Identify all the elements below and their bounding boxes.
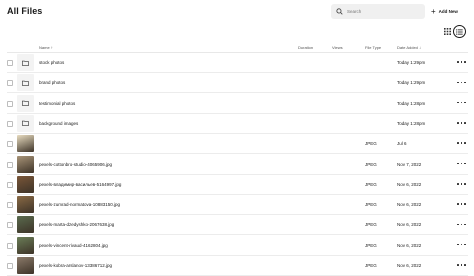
folder-icon bbox=[17, 94, 34, 112]
more-options-icon[interactable] bbox=[457, 161, 466, 167]
file-row[interactable]: pexels-cottonbro-studio-4065906.jpg JPEG N… bbox=[0, 155, 474, 175]
more-options-icon[interactable] bbox=[457, 221, 466, 227]
row-checkbox[interactable] bbox=[7, 141, 13, 148]
date-added: Today 1:28pm bbox=[397, 120, 426, 126]
more-options-icon[interactable] bbox=[457, 100, 466, 106]
more-options-icon[interactable] bbox=[457, 79, 466, 85]
folder-icon bbox=[17, 114, 34, 132]
folder-icon bbox=[17, 74, 34, 92]
file-name[interactable]: stock photos bbox=[39, 60, 64, 65]
image-thumbnail bbox=[17, 257, 34, 274]
date-added: Nov 7, 2022 bbox=[397, 161, 422, 167]
folder-row[interactable]: stock photos Today 1:29pm bbox=[0, 53, 474, 73]
add-new-label: Add New bbox=[438, 9, 458, 14]
folder-icon bbox=[17, 54, 34, 71]
date-added: Jul 6 bbox=[397, 141, 407, 147]
file-name[interactable]: pexels-cottonbro-studio-4065906.jpg bbox=[39, 162, 112, 167]
row-checkbox[interactable] bbox=[7, 100, 13, 107]
more-options-icon[interactable] bbox=[457, 262, 466, 268]
row-checkbox[interactable] bbox=[7, 181, 13, 188]
list-icon bbox=[456, 28, 463, 35]
file-type: JPEG bbox=[365, 141, 377, 147]
file-type: JPEG bbox=[365, 263, 377, 268]
more-options-icon[interactable] bbox=[457, 201, 466, 207]
file-name[interactable]: testimonial photos bbox=[39, 101, 75, 106]
row-checkbox[interactable] bbox=[7, 242, 13, 249]
file-name[interactable]: background images bbox=[39, 121, 78, 126]
date-added: Today 1:29pm bbox=[397, 60, 426, 65]
more-options-icon[interactable] bbox=[457, 120, 466, 126]
file-name[interactable]: pexels-vincent-rivaud-4162804.jpg bbox=[39, 243, 108, 248]
date-added: Nov 6, 2022 bbox=[397, 222, 422, 228]
row-checkbox[interactable] bbox=[7, 161, 13, 168]
image-thumbnail bbox=[17, 135, 34, 153]
row-checkbox[interactable] bbox=[7, 60, 13, 66]
search-input[interactable] bbox=[347, 9, 417, 14]
more-options-icon[interactable] bbox=[457, 242, 466, 248]
date-added: Today 1:29pm bbox=[397, 80, 426, 86]
file-type: JPEG bbox=[365, 242, 377, 248]
row-checkbox[interactable] bbox=[7, 202, 13, 209]
column-header-file-type[interactable]: File Type bbox=[365, 45, 381, 50]
file-row[interactable]: pexels-vincent-rivaud-4162804.jpg JPEG Nov… bbox=[0, 236, 474, 256]
file-type: JPEG bbox=[365, 181, 377, 187]
file-type: JPEG bbox=[365, 222, 377, 228]
folder-row[interactable]: brand photos Today 1:29pm bbox=[0, 73, 474, 94]
file-row[interactable]: pexels-владимир-васильев-5164997.jpg JPEG… bbox=[0, 175, 474, 195]
row-checkbox[interactable] bbox=[7, 120, 13, 127]
row-checkbox[interactable] bbox=[7, 80, 13, 87]
search-icon bbox=[336, 8, 343, 15]
image-thumbnail bbox=[17, 236, 34, 254]
column-header-name[interactable]: Name ↑ bbox=[39, 45, 53, 50]
file-name[interactable]: pexels-владимир-васильев-5164997.jpg bbox=[39, 182, 121, 187]
column-header-date-added[interactable]: Date Added ↓ bbox=[397, 45, 421, 50]
page-title: All Files bbox=[7, 6, 43, 16]
folder-row[interactable]: testimonial photos Today 1:28pm bbox=[0, 94, 474, 114]
folder-row[interactable]: background images Today 1:28pm bbox=[0, 114, 474, 134]
image-thumbnail bbox=[17, 155, 34, 173]
file-name[interactable]: pexels-marta-dzedyshko-2067638.jpg bbox=[39, 222, 114, 227]
file-name[interactable]: pexels-kobra-arslanov-13386712.jpg bbox=[39, 263, 112, 268]
file-row[interactable]: JPEG Jul 6 bbox=[0, 134, 474, 155]
more-options-icon[interactable] bbox=[457, 181, 466, 187]
date-added: Nov 6, 2022 bbox=[397, 242, 422, 248]
file-name[interactable]: pexels-zumrad-normatova-10883150.jpg bbox=[39, 202, 120, 207]
date-added: Nov 6, 2022 bbox=[397, 263, 422, 268]
more-options-icon[interactable] bbox=[457, 140, 466, 146]
file-type: JPEG bbox=[365, 161, 377, 167]
file-row[interactable]: pexels-zumrad-normatova-10883150.jpg JPEG… bbox=[0, 195, 474, 216]
search-box[interactable] bbox=[331, 4, 425, 19]
row-checkbox[interactable] bbox=[7, 222, 13, 229]
grid-icon[interactable] bbox=[444, 28, 451, 35]
date-added: Nov 6, 2022 bbox=[397, 202, 422, 208]
file-type: JPEG bbox=[365, 202, 377, 208]
file-row[interactable]: pexels-marta-dzedyshko-2067638.jpg JPEG No… bbox=[0, 215, 474, 236]
plus-icon: + bbox=[431, 6, 436, 16]
more-options-icon[interactable] bbox=[457, 59, 466, 65]
row-checkbox[interactable] bbox=[7, 263, 13, 269]
column-header-duration[interactable]: Duration bbox=[298, 45, 313, 50]
image-thumbnail bbox=[17, 175, 34, 193]
image-thumbnail bbox=[17, 196, 34, 214]
list-view-toggle[interactable] bbox=[453, 25, 466, 38]
date-added: Nov 6, 2022 bbox=[397, 181, 422, 187]
file-row[interactable]: pexels-kobra-arslanov-13386712.jpg JPEG No… bbox=[0, 256, 474, 276]
file-name[interactable]: brand photos bbox=[39, 80, 65, 85]
column-header-views[interactable]: Views bbox=[332, 45, 343, 50]
image-thumbnail bbox=[17, 216, 34, 234]
date-added: Today 1:28pm bbox=[397, 100, 426, 106]
add-new-button[interactable]: + Add New bbox=[431, 4, 468, 19]
